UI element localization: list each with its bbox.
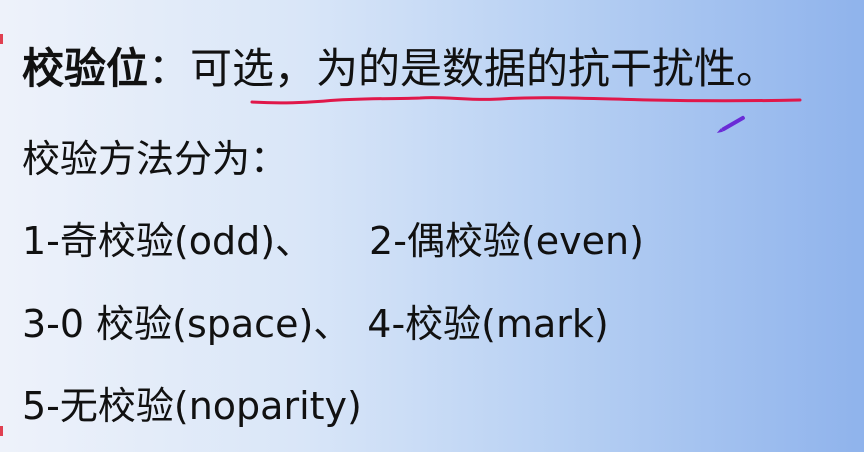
red-underline-annotation bbox=[250, 96, 802, 105]
method-row-3-4: 3-0 校验(space)、 4-校验(mark) bbox=[22, 305, 609, 343]
method-odd: 1-奇校验(odd)、 bbox=[22, 219, 314, 263]
check-methods-heading: 校验方法分为： bbox=[22, 140, 288, 178]
term-colon: ： bbox=[148, 44, 191, 93]
method-even: 2-偶校验(even) bbox=[369, 219, 644, 263]
method-row-5: 5-无校验(noparity) bbox=[22, 387, 362, 425]
parity-bit-definition-line: 校验位：可选，为的是数据的抗干扰性。 bbox=[22, 48, 778, 90]
method-space: 3-0 校验(space)、 bbox=[22, 302, 352, 346]
method-noparity: 5-无校验(noparity) bbox=[22, 384, 362, 428]
slide: 校验位：可选，为的是数据的抗干扰性。 校验方法分为： 1-奇校验(odd)、 2-… bbox=[0, 0, 864, 452]
left-edge-marker bbox=[0, 426, 3, 436]
parity-bit-term: 校验位 bbox=[22, 44, 149, 93]
method-row-1-2: 1-奇校验(odd)、 2-偶校验(even) bbox=[22, 222, 644, 260]
left-edge-marker bbox=[0, 34, 3, 44]
pen-cursor-icon bbox=[716, 115, 745, 133]
method-mark: 4-校验(mark) bbox=[367, 302, 609, 346]
parity-bit-description: 可选，为的是数据的抗干扰性。 bbox=[190, 44, 779, 93]
check-methods-heading-text: 校验方法分为： bbox=[22, 137, 289, 181]
